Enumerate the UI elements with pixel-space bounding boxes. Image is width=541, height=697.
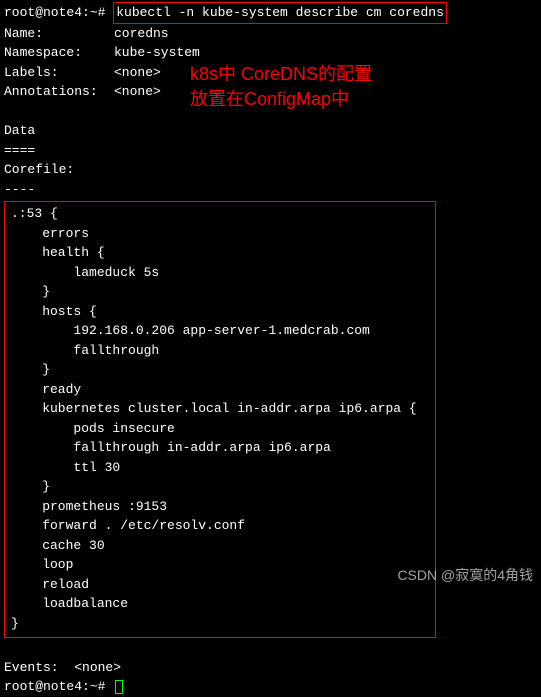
command-highlight-box: kubectl -n kube-system describe cm cored…: [113, 2, 447, 24]
shell-prompt: root@note4:~#: [4, 677, 113, 697]
corefile-line: fallthrough: [11, 341, 429, 361]
corefile-line: prometheus :9153: [11, 497, 429, 517]
corefile-line: }: [11, 477, 429, 497]
corefile-line: }: [11, 614, 429, 634]
field-value: <none>: [114, 63, 161, 83]
prompt-line-2[interactable]: root@note4:~#: [4, 677, 537, 697]
field-value: <none>: [114, 82, 161, 102]
corefile-line: health {: [11, 243, 429, 263]
annotation-line-2: 放置在ConfigMap中: [190, 87, 372, 112]
prompt-line-1[interactable]: root@note4:~# kubectl -n kube-system des…: [4, 2, 537, 24]
watermark-text: CSDN @寂寞的4角钱: [397, 565, 533, 586]
corefile-separator: ----: [4, 180, 537, 200]
blank-line: [4, 638, 537, 658]
shell-prompt: root@note4:~#: [4, 3, 113, 23]
terminal-cursor: [115, 680, 123, 694]
field-name: Name: coredns: [4, 24, 537, 44]
annotation-text: k8s中 CoreDNS的配置 放置在ConfigMap中: [190, 62, 372, 112]
field-label: Labels:: [4, 63, 114, 83]
events-line: Events: <none>: [4, 658, 537, 678]
corefile-line: reload: [11, 575, 429, 595]
data-separator: ====: [4, 141, 537, 161]
corefile-line: fallthrough in-addr.arpa ip6.arpa: [11, 438, 429, 458]
corefile-line: kubernetes cluster.local in-addr.arpa ip…: [11, 399, 429, 419]
field-value: kube-system: [114, 43, 200, 63]
corefile-line: }: [11, 282, 429, 302]
corefile-line: loop: [11, 555, 429, 575]
field-namespace: Namespace: kube-system: [4, 43, 537, 63]
corefile-line: .:53 {: [11, 204, 429, 224]
corefile-line: loadbalance: [11, 594, 429, 614]
corefile-line: errors: [11, 224, 429, 244]
corefile-line: forward . /etc/resolv.conf: [11, 516, 429, 536]
corefile-line: }: [11, 360, 429, 380]
field-value: coredns: [114, 24, 169, 44]
corefile-line: 192.168.0.206 app-server-1.medcrab.com: [11, 321, 429, 341]
data-header: Data: [4, 121, 537, 141]
corefile-line: pods insecure: [11, 419, 429, 439]
annotation-line-1: k8s中 CoreDNS的配置: [190, 62, 372, 87]
corefile-header: Corefile:: [4, 160, 537, 180]
corefile-line: ttl 30: [11, 458, 429, 478]
corefile-line: cache 30: [11, 536, 429, 556]
field-label: Annotations:: [4, 82, 114, 102]
corefile-line: ready: [11, 380, 429, 400]
corefile-line: hosts {: [11, 302, 429, 322]
corefile-content-box: .:53 { errors health { lameduck 5s } hos…: [4, 201, 436, 638]
corefile-line: lameduck 5s: [11, 263, 429, 283]
field-label: Namespace:: [4, 43, 114, 63]
field-label: Name:: [4, 24, 114, 44]
